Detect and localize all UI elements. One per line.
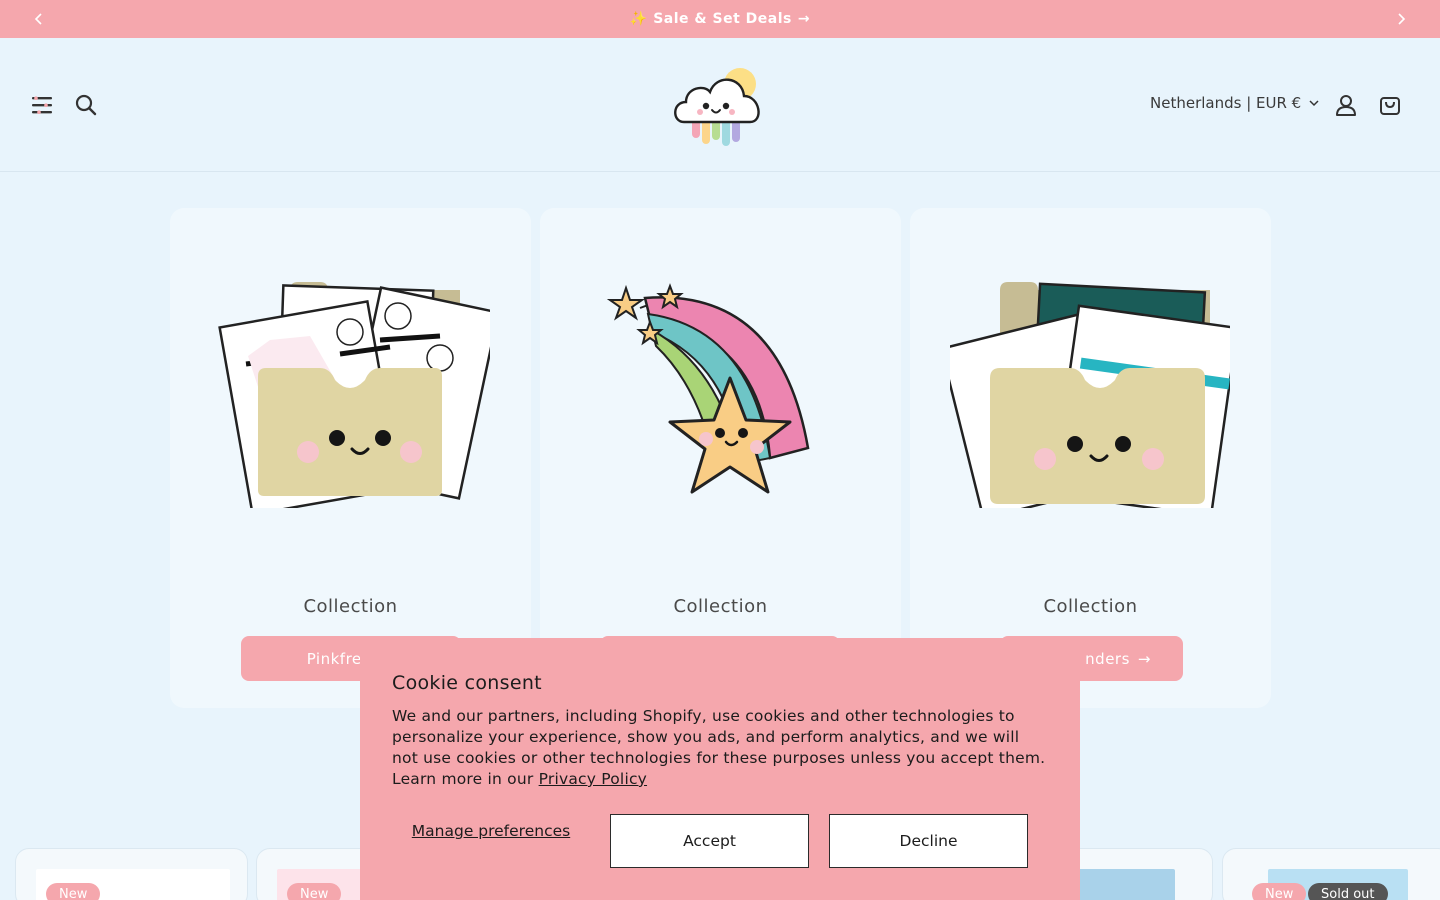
collection-card[interactable]: Collection Pinkfresh S <box>170 208 531 708</box>
collection-label: Collection <box>303 596 398 617</box>
new-badge: New <box>46 883 101 900</box>
menu-button[interactable] <box>24 87 60 123</box>
cart-button[interactable] <box>1372 87 1408 123</box>
announcement-next-button[interactable] <box>1382 0 1420 38</box>
chevron-right-icon <box>1398 13 1406 25</box>
cookie-title: Cookie consent <box>392 672 542 694</box>
chevron-left-icon <box>34 13 42 25</box>
site-header: Netherlands | EUR € <box>0 38 1440 172</box>
accept-button[interactable]: Accept <box>610 814 809 868</box>
cart-icon <box>1380 97 1400 115</box>
cookie-consent-banner: Cookie consent We and our partners, incl… <box>360 638 1080 900</box>
announcement-text: ✨ Sale & Set Deals <box>629 11 792 27</box>
cookie-actions: Manage preferences Accept Decline <box>392 814 1028 868</box>
collection-label: Collection <box>1043 596 1138 617</box>
announcement-bar: ✨ Sale & Set Deals → <box>0 0 1440 38</box>
country-selector-label: Netherlands | EUR € <box>1150 94 1302 112</box>
decline-button[interactable]: Decline <box>829 814 1028 868</box>
announcement-prev-button[interactable] <box>20 0 58 38</box>
product-card[interactable]: New <box>15 848 248 900</box>
arrow-right-icon: → <box>1137 649 1151 668</box>
privacy-policy-link[interactable]: Privacy Policy <box>539 770 647 788</box>
account-icon <box>1336 95 1356 116</box>
collection-card[interactable]: Collection nders → <box>910 208 1271 708</box>
cookie-body-text: We and our partners, including Shopify, … <box>392 707 1046 788</box>
announcement-link[interactable]: ✨ Sale & Set Deals → <box>630 11 810 27</box>
chevron-down-icon <box>1309 99 1319 106</box>
search-icon <box>75 94 97 116</box>
menu-icon <box>32 96 52 114</box>
country-selector[interactable]: Netherlands | EUR € <box>1150 94 1319 112</box>
cookie-body: We and our partners, including Shopify, … <box>392 706 1048 790</box>
rainbow-cloud-logo[interactable] <box>670 62 770 148</box>
new-badge: New <box>287 883 342 900</box>
account-button[interactable] <box>1328 87 1364 123</box>
arrow-right-icon: → <box>797 11 811 27</box>
search-button[interactable] <box>68 87 104 123</box>
folder-spellbinders-icon <box>950 282 1230 508</box>
collections-grid: Collection Pinkfresh S Collection Collec… <box>170 208 1271 708</box>
product-card[interactable]: New Sold out <box>1222 848 1440 900</box>
shooting-star-rainbow-icon <box>606 283 810 494</box>
folder-pinkfresh-icon <box>218 282 490 508</box>
collection-card[interactable]: Collection <box>540 208 901 708</box>
collection-label: Collection <box>673 596 768 617</box>
manage-preferences-link[interactable]: Manage preferences <box>392 822 590 841</box>
new-badge: New <box>1252 883 1307 900</box>
sold-out-badge: Sold out <box>1308 883 1388 900</box>
collection-button-label: nders <box>1085 649 1130 668</box>
